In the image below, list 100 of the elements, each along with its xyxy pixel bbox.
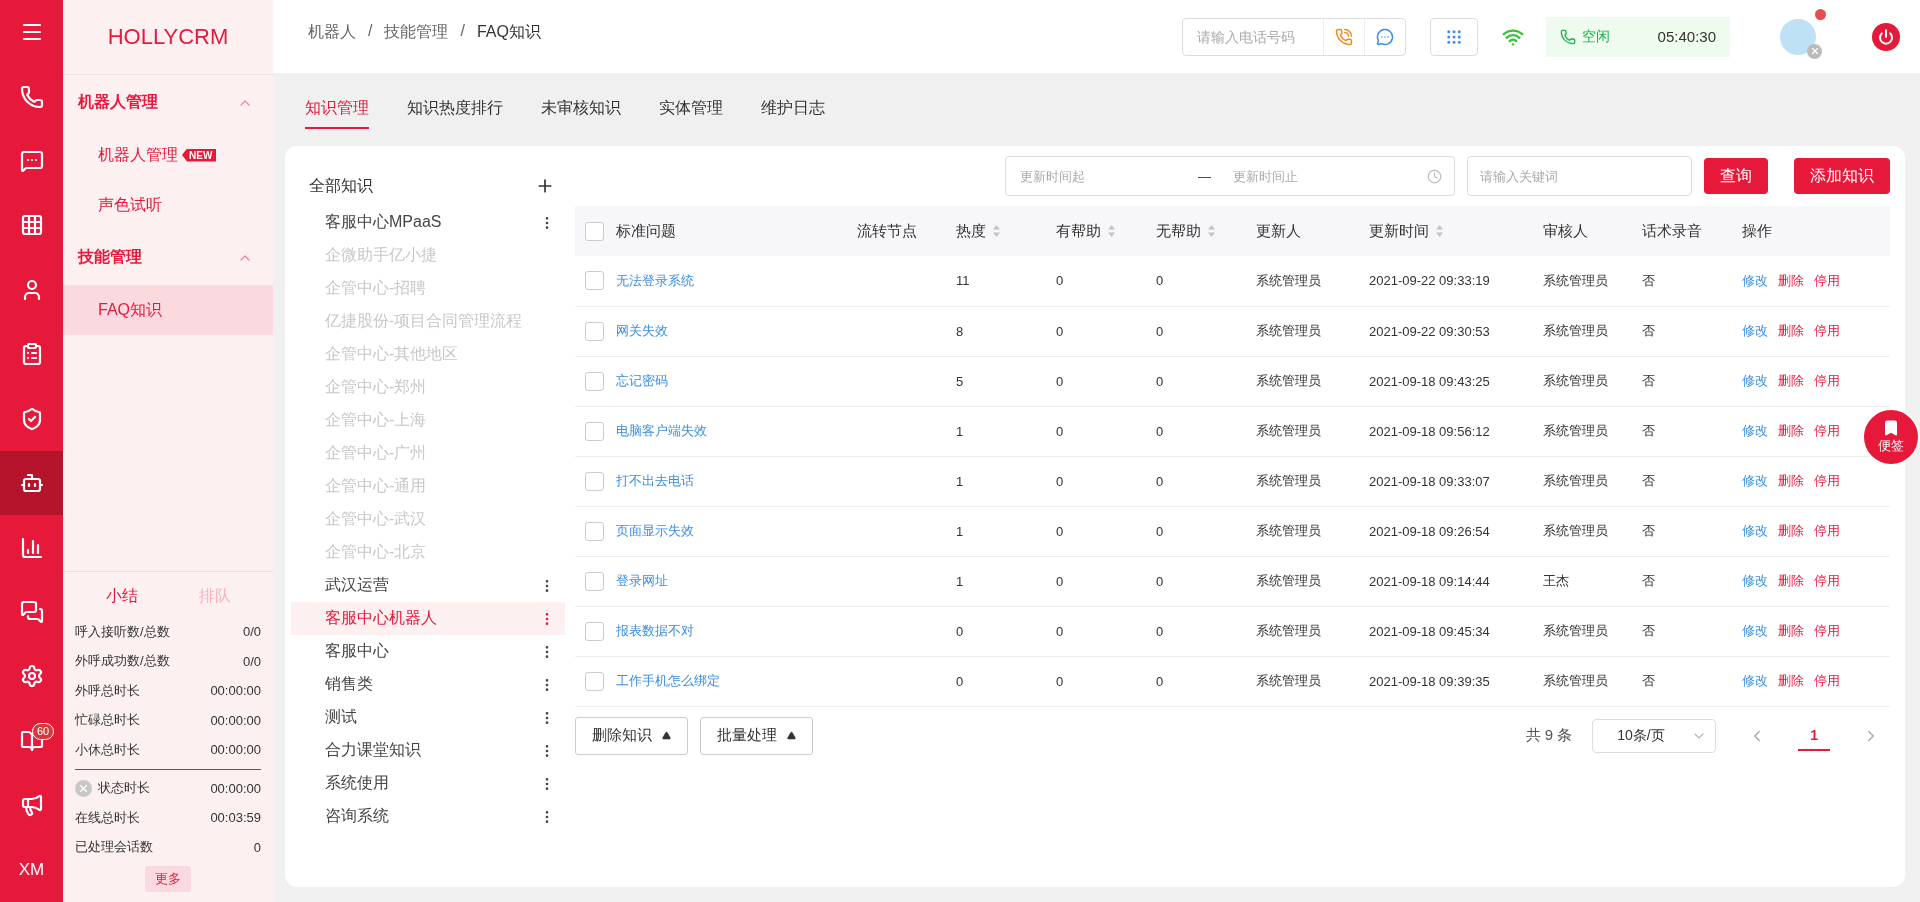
question-link[interactable]: 忘记密码 [616,373,668,388]
tree-item[interactable]: 合力课堂知识 [291,734,565,767]
row-action-link[interactable]: 修改 [1742,373,1768,388]
checkbox[interactable] [585,571,604,591]
grid-icon [19,213,44,238]
stat-label: 在线总时长 [75,808,140,827]
sidebar-item[interactable]: 声色试听 [63,180,273,230]
phone-input-group[interactable]: 请输入电话号码 [1182,17,1406,56]
question-link[interactable]: 登录网址 [616,573,668,588]
status-panel[interactable]: 空闲 05:40:30 [1546,16,1730,57]
tree-item[interactable]: 测试 [291,701,565,734]
checkbox[interactable] [585,621,604,641]
row-action-link[interactable]: 修改 [1742,323,1768,338]
tab[interactable]: 实体管理 [659,90,723,129]
checkbox[interactable] [585,371,604,391]
checkbox[interactable] [585,671,604,691]
row-action-link[interactable]: 修改 [1742,423,1768,438]
tree-item[interactable]: 客服中心 [291,635,565,668]
row-action-link[interactable]: 删除 [1778,373,1804,388]
row-action-link[interactable]: 删除 [1778,272,1804,288]
question-link[interactable]: 无法登录系统 [616,272,694,288]
tab[interactable]: 知识热度排行 [407,90,503,129]
breadcrumb-item[interactable]: 技能管理 [384,22,449,43]
tree-item[interactable]: 武汉运营 [291,569,565,602]
question-link[interactable]: 页面显示失效 [616,523,694,538]
tree-item[interactable]: 客服中心机器人 [291,602,565,635]
row-action-link[interactable]: 修改 [1742,473,1768,488]
row-action-link[interactable]: 删除 [1778,573,1804,588]
question-link[interactable]: 网关失效 [616,323,668,338]
row-action-link[interactable]: 停用 [1814,473,1840,488]
count-badge: 60 [32,722,55,740]
row-action-link[interactable]: 停用 [1814,323,1840,338]
tree-item[interactable]: 系统使用 [291,767,565,800]
sidebar-item[interactable]: 机器人管理 NEW [63,130,273,180]
question-link[interactable]: 电脑客户端失效 [616,423,707,438]
menu-group-header[interactable]: 机器人管理 [63,75,273,130]
menu-group-header[interactable]: 技能管理 [63,230,273,285]
checkbox[interactable] [585,221,604,241]
power-button[interactable] [1872,22,1900,51]
checkbox[interactable] [585,471,604,491]
table-cell: 0 [1156,523,1164,539]
rail-item[interactable]: 60 [0,708,63,774]
sidebar-item[interactable]: FAQ知识 [63,285,273,335]
table-cell: 0 [956,673,964,689]
action-button[interactable]: 添加知识 [1794,158,1890,194]
table-cell: 否 [1642,373,1655,388]
question-link[interactable]: 报表数据不对 [616,623,694,638]
question-link[interactable]: 工作手机怎么绑定 [616,673,720,688]
row-action-link[interactable]: 修改 [1742,272,1768,288]
keyword-field[interactable]: 请输入关键词 [1467,156,1692,196]
table-cell: 系统管理员 [1256,272,1321,288]
tree-item[interactable]: 客服中心MPaaS [291,206,565,239]
table-cell: 系统管理员 [1256,573,1321,588]
table-cell: 系统管理员 [1543,623,1608,638]
rail-item[interactable]: XM [0,837,63,902]
bulk-button[interactable]: 删除知识 [575,716,688,755]
row-action-link[interactable]: 删除 [1778,423,1804,438]
table-cell: 11 [956,273,970,289]
row-action-link[interactable]: 修改 [1742,673,1768,688]
page-number[interactable]: 1 [1798,720,1830,751]
row-action-link[interactable]: 删除 [1778,473,1804,488]
breadcrumb-item[interactable]: FAQ知识 [476,22,541,43]
tab[interactable]: 维护日志 [761,90,825,129]
row-action-link[interactable]: 删除 [1778,323,1804,338]
row-action-link[interactable]: 停用 [1814,573,1840,588]
bookmark-icon [1882,419,1900,437]
column-header: 流转节点 [857,221,917,241]
tree-item[interactable]: 咨询系统 [291,800,565,833]
checkbox[interactable] [585,271,604,291]
tree-item[interactable]: 销售类 [291,668,565,701]
bulk-button[interactable]: 批量处理 [700,716,813,755]
table-cell: 2021-09-18 09:33:07 [1369,473,1490,489]
table-cell: 系统管理员 [1256,473,1321,488]
row-action-link[interactable]: 停用 [1814,373,1840,388]
row-action-link[interactable]: 停用 [1814,523,1840,538]
table-cell: 系统管理员 [1256,323,1321,338]
stats-tab[interactable]: 小结 [95,582,148,611]
row-action-link[interactable]: 删除 [1778,523,1804,538]
row-action-link[interactable]: 删除 [1778,673,1804,688]
row-action-link[interactable]: 修改 [1742,523,1768,538]
row-action-link[interactable]: 删除 [1778,623,1804,638]
tab[interactable]: 知识管理 [305,90,369,129]
checkbox[interactable] [585,321,604,341]
page-size-select[interactable]: 10条/页 [1592,718,1717,753]
question-link[interactable]: 打不出去电话 [616,473,694,488]
row-action-link[interactable]: 停用 [1814,423,1840,438]
tab[interactable]: 未审核知识 [541,90,621,129]
table-cell: 0 [1156,473,1164,489]
apps-button[interactable] [1430,17,1478,56]
breadcrumb-item[interactable]: 机器人 [308,22,356,43]
row-action-link[interactable]: 停用 [1814,272,1840,288]
row-action-link[interactable]: 停用 [1814,623,1840,638]
stat-value: 00:00:00 [210,712,261,728]
checkbox[interactable] [585,421,604,441]
row-action-link[interactable]: 修改 [1742,573,1768,588]
row-action-link[interactable]: 修改 [1742,623,1768,638]
more-button[interactable]: 更多 [145,866,191,892]
action-button[interactable]: 查询 [1704,158,1768,194]
row-action-link[interactable]: 停用 [1814,673,1840,688]
checkbox[interactable] [585,521,604,541]
